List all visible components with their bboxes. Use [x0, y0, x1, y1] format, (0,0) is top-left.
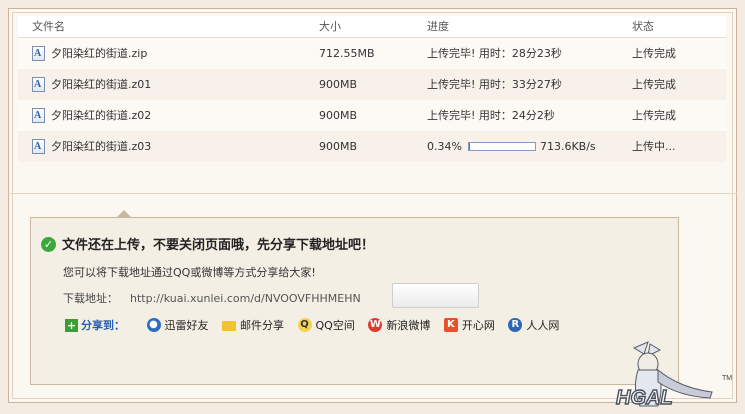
table-row: A 夕阳染红的街道.zip 712.55MB 上传完毕! 用时：28分23秒 上传…	[18, 38, 726, 69]
copy-link-button[interactable]	[392, 283, 479, 308]
table-header: 文件名 大小 进度 状态	[18, 16, 726, 38]
xunlei-friends-icon: ●	[146, 318, 161, 332]
share-sina-weibo[interactable]: W 新浪微博	[368, 317, 430, 333]
upload-table: 文件名 大小 进度 状态 A 夕阳染红的街道.zip 712.55MB 上传完毕!…	[18, 16, 726, 162]
file-size: 900MB	[319, 78, 358, 91]
plus-icon: +	[65, 318, 78, 332]
renren-icon: R	[508, 318, 523, 332]
watermark-logo: HGAL TM	[614, 340, 740, 411]
header-progress: 进度	[427, 20, 449, 33]
download-url[interactable]: http://kuai.xunlei.com/d/NVOOVFHHMEHN	[130, 292, 361, 305]
upload-status: 上传完成	[632, 47, 676, 60]
upload-progress-cell: 0.34% 713.6KB/s	[427, 131, 596, 162]
share-panel: ✓ 文件还在上传，不要关闭页面哦，先分享下载地址吧！ 您可以将下载地址通过QQ或微…	[30, 217, 679, 385]
file-size: 900MB	[319, 140, 358, 153]
file-name: 夕阳染红的街道.z02	[51, 109, 152, 122]
upload-progress-fill	[468, 142, 470, 150]
table-row: A 夕阳染红的街道.z01 900MB 上传完毕! 用时：33分27秒 上传完成	[18, 69, 726, 100]
table-row: A 夕阳染红的街道.z03 900MB 0.34% 713.6KB/s 上传中...	[18, 131, 726, 162]
check-icon: ✓	[41, 237, 56, 252]
upload-percent: 0.34%	[427, 140, 462, 153]
svg-text:TM: TM	[722, 375, 732, 382]
upload-status: 上传中...	[632, 140, 676, 153]
header-name: 文件名	[32, 20, 65, 33]
qzone-icon: Q	[297, 318, 312, 332]
file-size: 900MB	[319, 109, 358, 122]
upload-progress-bar	[467, 141, 536, 151]
share-renren[interactable]: R 人人网	[508, 317, 559, 333]
panel-pointer	[117, 210, 131, 217]
share-subtext: 您可以将下载地址通过QQ或微博等方式分享给大家!	[63, 266, 316, 279]
share-to-label: 分享到：	[81, 319, 125, 332]
header-status: 状态	[632, 20, 654, 33]
share-mail[interactable]: 邮件分享	[222, 317, 284, 333]
file-icon: A	[32, 138, 45, 154]
file-icon: A	[32, 45, 45, 61]
file-size: 712.55MB	[319, 47, 375, 60]
file-icon: A	[32, 76, 45, 92]
share-bar: + 分享到： ● 迅雷好友 邮件分享 Q QQ空间 W 新浪微博 K 开心网 R 人人网	[65, 317, 569, 333]
mail-icon	[222, 321, 236, 331]
file-name: 夕阳染红的街道.zip	[51, 47, 148, 60]
upload-progress-text: 上传完毕! 用时：28分23秒	[427, 47, 562, 60]
upload-speed: 713.6KB/s	[539, 140, 596, 153]
header-size: 大小	[319, 20, 341, 33]
svg-text:HGAL: HGAL	[616, 387, 673, 409]
upload-status: 上传完成	[632, 109, 676, 122]
upload-progress-text: 上传完毕! 用时：24分2秒	[427, 109, 555, 122]
share-qzone[interactable]: Q QQ空间	[297, 317, 355, 333]
download-label: 下载地址：	[63, 292, 118, 305]
share-headline: 文件还在上传，不要关闭页面哦，先分享下载地址吧！	[62, 238, 375, 253]
table-row: A 夕阳染红的街道.z02 900MB 上传完毕! 用时：24分2秒 上传完成	[18, 100, 726, 131]
file-name: 夕阳染红的街道.z03	[51, 140, 152, 153]
kaixin-icon: K	[443, 318, 458, 332]
sina-weibo-icon: W	[368, 318, 383, 332]
share-xunlei-friends[interactable]: ● 迅雷好友	[146, 317, 209, 333]
upload-status: 上传完成	[632, 78, 676, 91]
share-kaixin[interactable]: K 开心网	[443, 317, 495, 333]
file-name: 夕阳染红的街道.z01	[51, 78, 152, 91]
upload-progress-text: 上传完毕! 用时：33分27秒	[427, 78, 562, 91]
divider	[8, 193, 737, 194]
file-icon: A	[32, 107, 45, 123]
